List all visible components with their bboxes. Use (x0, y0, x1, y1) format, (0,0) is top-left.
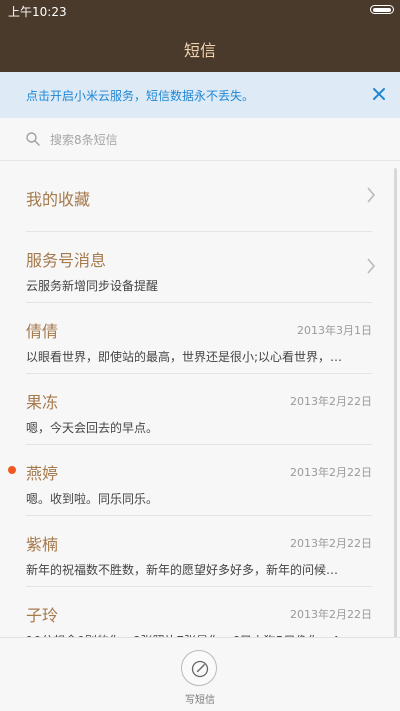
search-bar[interactable]: 搜索8条短信 (0, 118, 400, 161)
list-item[interactable]: 倩倩 2013年3月1日 以眼看世界，即使站的最高，世界还是很小;以心看世界，… (26, 303, 372, 374)
list-item-preview: 新年的祝福数不胜数，新年的愿望好多好多，新年的问候… (26, 563, 339, 577)
compose-label[interactable]: 写短信 (0, 691, 400, 706)
status-time: 上午10:23 (8, 5, 67, 19)
list-item-preview: 以眼看世界，即使站的最高，世界还是很小;以心看世界，… (26, 350, 343, 364)
list-item-date: 2013年2月22日 (290, 608, 372, 621)
search-icon (25, 131, 41, 147)
list-item-name: 果冻 (26, 393, 59, 412)
page-title: 短信 (183, 41, 216, 60)
list-item-preview: 嗯，今天会回去的早点。 (26, 421, 159, 435)
list-item-service-messages[interactable]: 服务号消息 云服务新增同步设备提醒 (26, 232, 375, 303)
list-item-preview: 嗯。收到啦。同乐同乐。 (26, 492, 159, 506)
unread-dot (8, 466, 16, 474)
scrollbar[interactable] (394, 168, 397, 638)
list-item[interactable]: 果冻 2013年2月22日 嗯，今天会回去的早点。 (26, 374, 372, 445)
list-item-name: 子玲 (26, 606, 59, 625)
chevron-right-icon (366, 256, 376, 276)
list-item-date: 2013年2月22日 (290, 537, 372, 550)
list-item-date: 2013年2月22日 (290, 395, 372, 408)
list-item-name: 紫楠 (26, 535, 59, 554)
chevron-right-icon (366, 185, 376, 205)
bottom-bar: 写短信 (0, 637, 400, 711)
conversation-list: 我的收藏 服务号消息 云服务新增同步设备提醒 倩倩 2013年3月1日 以眼看世… (0, 161, 400, 658)
app-header: 上午10:23 短信 (0, 0, 400, 72)
battery-icon (370, 5, 394, 14)
list-item[interactable]: 紫楠 2013年2月22日 新年的祝福数不胜数，新年的愿望好多好多，新年的问候… (26, 516, 372, 587)
list-item-date: 2013年2月22日 (290, 466, 372, 479)
list-item[interactable]: 燕婷 2013年2月22日 嗯。收到啦。同乐同乐。 (8, 445, 372, 516)
list-item-date: 2013年3月1日 (297, 324, 372, 337)
close-icon[interactable] (370, 85, 388, 103)
list-item-preview: 云服务新增同步设备提醒 (26, 279, 159, 293)
list-item-favorites[interactable]: 我的收藏 (26, 161, 375, 232)
cloud-service-banner[interactable]: 点击开启小米云服务，短信数据永不丢失。 (0, 72, 400, 118)
compose-icon (191, 660, 209, 678)
compose-button[interactable] (181, 650, 217, 686)
list-item-name: 倩倩 (26, 322, 59, 341)
list-item-name: 服务号消息 (26, 251, 107, 270)
search-input[interactable]: 搜索8条短信 (50, 131, 118, 148)
banner-text[interactable]: 点击开启小米云服务，短信数据永不丢失。 (26, 87, 254, 104)
list-item-name: 燕婷 (26, 464, 59, 483)
list-item-name: 我的收藏 (26, 190, 91, 209)
